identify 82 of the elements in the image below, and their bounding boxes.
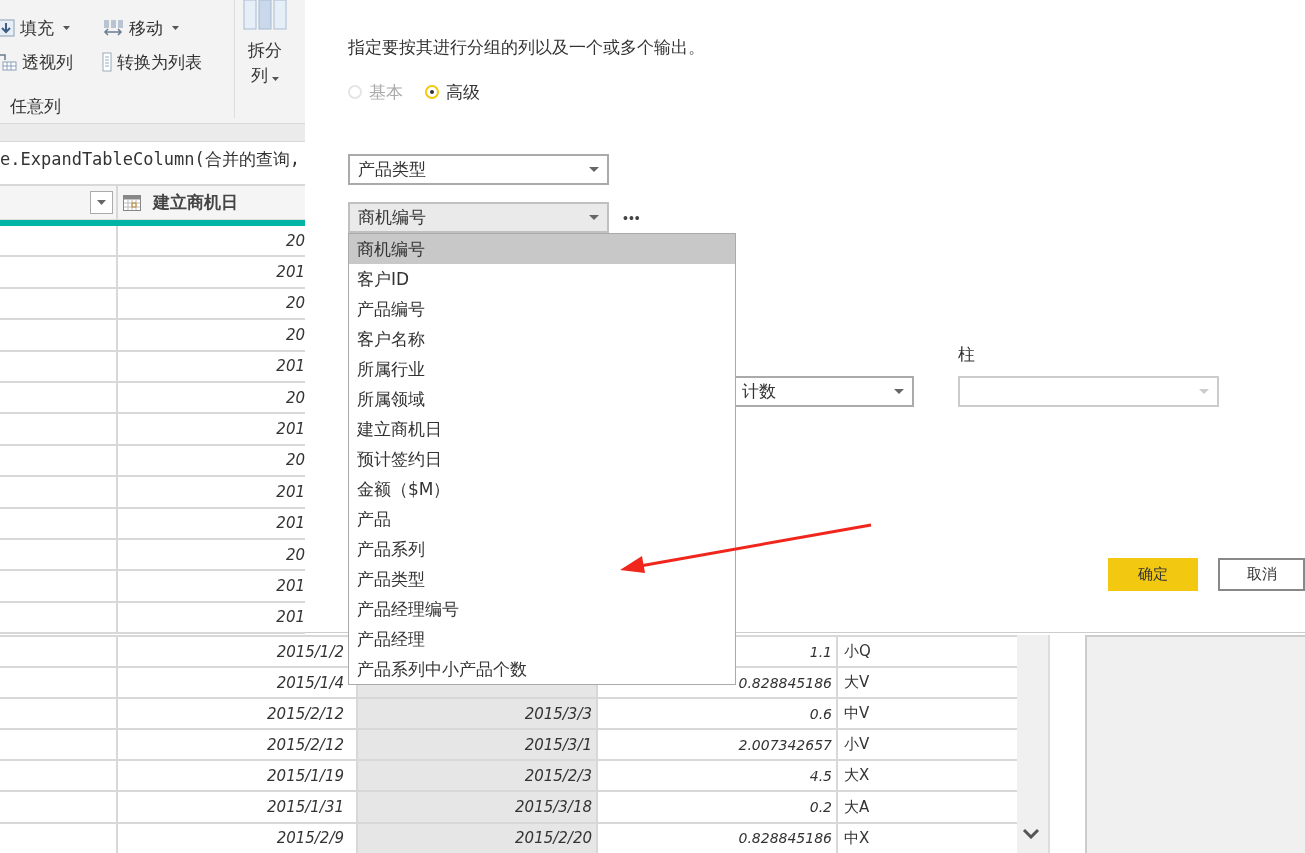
chevron-down-icon[interactable] [1022,828,1040,839]
table-cell: 201 [276,263,305,282]
move-icon [102,19,124,37]
table-cell: 0.2 [809,799,832,815]
table-cell: 4.5 [809,767,832,784]
dropdown-option[interactable]: 客户名称 [349,324,735,354]
table-cell: 2015/2/12 [267,704,344,723]
caret-icon [172,26,179,30]
table-cell: 20 [285,231,305,250]
table-cell: 2015/2/3 [358,761,598,791]
formula-text: e.ExpandTableColumn(合并的查询, [0,149,300,169]
radio-option[interactable]: 高级 [425,80,480,104]
table-cell: 201 [276,420,305,439]
dropdown-option[interactable]: 金额（$M） [349,474,735,504]
dropdown-option[interactable]: 客户ID [349,264,735,294]
calendar-icon [123,194,141,211]
table-cell: 20 [285,545,305,564]
ribbon-command[interactable]: 移动 [102,16,233,40]
table-cell: 2015/1/19 [267,766,344,785]
column-header[interactable]: 建立商机日 [153,191,238,214]
table-cell: 0.828845186 [738,674,832,691]
table-cell: 201 [276,577,305,595]
cancel-button[interactable]: 取消 [1218,558,1305,591]
table-cell: 2.007342657 [738,736,832,753]
caret-icon [1199,389,1209,394]
dropdown-option[interactable]: 产品系列中小产品个数 [349,654,735,684]
table-cell: 2015/3/3 [358,699,598,729]
dropdown-option[interactable]: 产品类型 [349,564,735,594]
ok-button[interactable]: 确定 [1108,558,1198,591]
table-cell: 小Q [844,642,871,662]
caret-icon [272,77,279,81]
table-cell: 2015/3/18 [358,792,598,822]
table-cell: 2015/1/31 [267,798,344,816]
ribbon-command[interactable]: 填充 [0,16,103,40]
dropdown-option[interactable]: 产品编号 [349,294,735,324]
table-cell: 20 [285,388,305,407]
group-by-dropdown[interactable]: 商机编号 [348,202,609,233]
ribbon-command[interactable]: 透视列 [0,50,103,74]
table-cell: 大A [844,797,870,817]
group-by-dropdown[interactable]: 产品类型 [348,154,609,185]
table-cell: 大V [844,673,870,693]
columns-icon [243,0,287,30]
group-label: 任意列 [10,95,61,118]
filter-button[interactable] [90,191,113,214]
caret-icon [589,215,599,220]
table-cell: 0.828845186 [738,830,832,847]
table-cell: 2015/2/9 [276,829,344,848]
table-cell: 2015/1/4 [276,673,344,692]
table-cell: 201 [276,357,305,376]
table-cell: 1.1 [809,643,832,660]
table-cell: 201 [276,514,305,533]
dialog-description: 指定要按其进行分组的列以及一个或多个输出。 [348,36,706,59]
column-label: 柱 [958,343,976,366]
caret-icon [589,167,599,172]
more-button[interactable]: ••• [619,209,645,226]
table-cell: 20 [285,294,305,313]
table-cell: 小V [844,735,870,755]
caret-icon [63,26,70,30]
dropdown-option[interactable]: 商机编号 [349,234,735,264]
dropdown-option[interactable]: 产品经理 [349,624,735,654]
dropdown-option[interactable]: 产品 [349,504,735,534]
table-cell: 20 [285,325,305,344]
dropdown-option[interactable]: 预计签约日 [349,444,735,474]
table-cell: 20 [285,451,305,470]
list-icon [102,52,112,72]
table-cell: 2015/2/20 [358,823,598,853]
table-cell: 201 [276,482,305,501]
table-cell: 中V [844,704,870,724]
table-cell: 大X [844,766,870,786]
table-cell: 2015/1/2 [276,642,344,661]
dropdown-option[interactable]: 产品系列 [349,534,735,564]
caret-icon [97,200,106,205]
table-cell: 2015/3/1 [358,730,598,760]
split-column-button[interactable]: 拆分列 [235,0,295,123]
caret-icon [894,389,904,394]
table-cell: 201 [276,608,305,627]
table-cell: 2015/2/12 [267,735,344,754]
table-cell: 中X [844,828,870,848]
ribbon-command[interactable]: 转换为列表 [102,50,233,74]
dropdown-option[interactable]: 建立商机日 [349,414,735,444]
table-cell: 0.6 [809,705,832,722]
dropdown-option[interactable]: 产品经理编号 [349,594,735,624]
